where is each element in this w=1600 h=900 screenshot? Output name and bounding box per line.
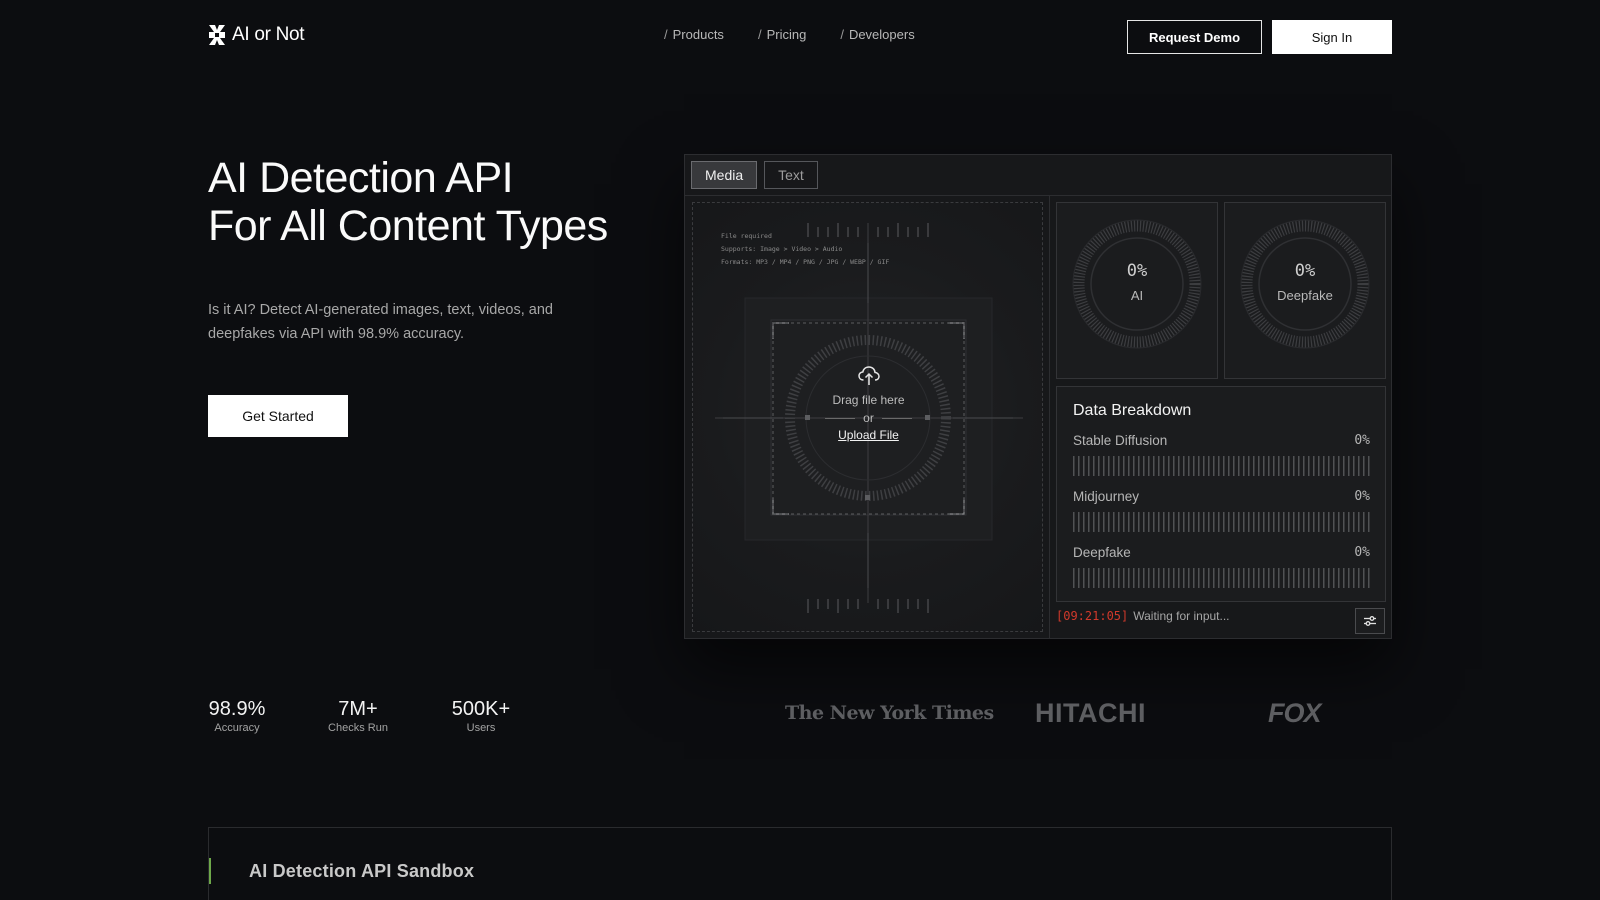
- file-dropzone[interactable]: File required Supports: Image > Video > …: [692, 202, 1043, 632]
- top-nav: AI or Not / Products / Pricing / Developers…: [0, 0, 1600, 72]
- status-line: [09:21:05] Waiting for input...: [1056, 609, 1230, 623]
- dropzone-meta: File required Supports: Image > Video > …: [721, 232, 890, 266]
- stat-label: Checks Run: [328, 722, 388, 734]
- deepfake-score-gauge: 0% Deepfake: [1224, 202, 1386, 379]
- breakdown-row-name: Midjourney: [1073, 489, 1140, 504]
- drag-file-label: Drag file here: [832, 393, 905, 407]
- stat-value: 7M+: [338, 698, 378, 720]
- brand-logo[interactable]: AI or Not: [208, 24, 305, 46]
- stat-checks-run: 7M+ Checks Run: [322, 698, 394, 734]
- breakdown-row-stable-diffusion: Stable Diffusion 0%: [1073, 433, 1370, 476]
- partner-logos: The New York Times HITACHI FOX: [785, 698, 1325, 732]
- hero-title-line1: AI Detection API: [208, 154, 514, 202]
- stat-value: 98.9%: [208, 698, 266, 720]
- settings-button[interactable]: [1355, 608, 1385, 634]
- status-message: Waiting for input...: [1133, 609, 1230, 623]
- gauge-ring-graphic: [1072, 219, 1202, 349]
- content-type-tabs: Media Text: [691, 161, 818, 189]
- logo-icon: [209, 25, 225, 45]
- breakdown-title: Data Breakdown: [1073, 402, 1192, 419]
- breakdown-row-name: Deepfake: [1073, 545, 1131, 560]
- tab-media[interactable]: Media: [691, 161, 758, 189]
- tab-text[interactable]: Text: [764, 161, 818, 189]
- nyt-logo: The New York Times: [785, 702, 994, 724]
- breakdown-row-value: 0%: [1354, 545, 1370, 560]
- stats-row: 98.9% Accuracy 7M+ Checks Run 500K+ User…: [208, 698, 516, 734]
- breakdown-bar: [1073, 512, 1370, 532]
- breakdown-bar: [1073, 456, 1370, 476]
- hitachi-logo: HITACHI: [1035, 698, 1146, 728]
- ai-score-label: AI: [1130, 288, 1144, 303]
- breakdown-bar: [1073, 568, 1370, 588]
- cloud-upload-icon: [857, 366, 880, 385]
- nav-link-pricing[interactable]: / Pricing: [758, 27, 806, 42]
- nav-link-products[interactable]: / Products: [664, 27, 724, 42]
- or-separator: or: [693, 411, 1044, 425]
- deepfake-score-value: 0%: [1294, 261, 1316, 281]
- status-timestamp: [09:21:05]: [1056, 609, 1129, 623]
- deepfake-score-label: Deepfake: [1277, 288, 1333, 303]
- upload-file-link[interactable]: Upload File: [838, 428, 899, 442]
- stat-users: 500K+ Users: [446, 698, 516, 734]
- sign-in-button[interactable]: Sign In: [1272, 20, 1392, 54]
- gauge-ring-graphic: [1240, 219, 1370, 349]
- ai-score-gauge: 0% AI: [1056, 202, 1218, 379]
- data-breakdown-card: Data Breakdown Stable Diffusion 0% Midjo…: [1056, 386, 1386, 602]
- breakdown-row-value: 0%: [1354, 433, 1370, 448]
- logo-text: AI or Not: [232, 24, 305, 45]
- hero-title: AI Detection API For All Content Types: [208, 154, 608, 250]
- get-started-button[interactable]: Get Started: [208, 395, 348, 437]
- detection-demo-panel: Media Text File required Supports: Image…: [684, 154, 1392, 639]
- accent-bar: [209, 858, 211, 884]
- breakdown-row-value: 0%: [1354, 489, 1370, 504]
- hero-subtitle: Is it AI? Detect AI-generated images, te…: [208, 302, 553, 342]
- ai-score-value: 0%: [1126, 261, 1148, 281]
- nav-link-developers[interactable]: / Developers: [840, 27, 914, 42]
- api-sandbox-section: AI Detection API Sandbox: [208, 827, 1392, 900]
- stat-label: Users: [466, 722, 496, 734]
- breakdown-row-deepfake: Deepfake 0%: [1073, 545, 1370, 588]
- hero-title-line2: For All Content Types: [208, 202, 608, 250]
- divider: [881, 417, 912, 419]
- stat-label: Accuracy: [214, 722, 260, 734]
- breakdown-row-name: Stable Diffusion: [1073, 433, 1168, 448]
- fox-logo: FOX: [1268, 698, 1322, 728]
- nav-links: / Products / Pricing / Developers: [664, 27, 915, 42]
- dropzone-center: Drag file here or Upload File: [693, 364, 1044, 444]
- request-demo-button[interactable]: Request Demo: [1127, 20, 1262, 54]
- breakdown-row-midjourney: Midjourney 0%: [1073, 489, 1370, 532]
- sandbox-title: AI Detection API Sandbox: [249, 861, 475, 881]
- sliders-icon: [1364, 616, 1376, 626]
- divider: [1049, 196, 1050, 638]
- divider: [685, 195, 1391, 196]
- stat-value: 500K+: [451, 698, 511, 720]
- divider: [825, 417, 856, 419]
- stat-accuracy: 98.9% Accuracy: [208, 698, 266, 734]
